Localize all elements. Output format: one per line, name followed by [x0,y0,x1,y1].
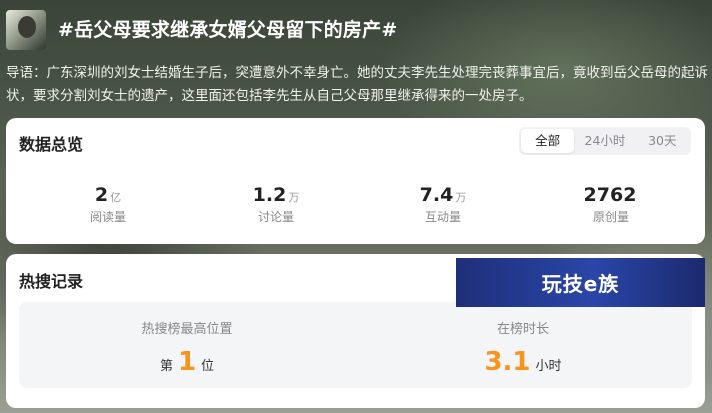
stat-interactions: 7.4 万 互动量 [373,184,513,225]
topic-title[interactable]: #岳父母要求继承女婿父母留下的房产# [58,15,397,42]
tab-24h[interactable]: 24小时 [578,129,631,153]
peak-position-label: 热搜榜最高位置 [141,322,233,337]
stat-interactions-value: 7.4 [419,184,454,206]
stat-discussions-unit: 万 [288,191,300,204]
peak-position-suffix: 位 [201,359,215,374]
stat-interactions-unit: 万 [455,191,467,204]
time-on-list: 在榜时长 3.1 小时 [355,318,691,377]
stat-interactions-label: 互动量 [424,210,461,224]
time-on-list-value: 3.1 [484,347,531,377]
topic-avatar[interactable] [6,10,46,50]
overview-title: 数据总览 [19,135,84,154]
peak-position-value: 1 [177,347,197,377]
hot-record-panel: 热搜榜最高位置 第1位 在榜时长 3.1 小时 [19,302,692,388]
tab-all[interactable]: 全部 [521,129,575,153]
stat-discussions-label: 讨论量 [257,210,294,224]
stat-originals-label: 原创量 [592,210,629,224]
stat-discussions: 1.2 万 讨论量 [206,184,346,225]
tab-30d[interactable]: 30天 [636,129,689,153]
time-on-list-label: 在榜时长 [496,322,549,337]
watermark-banner: 玩技e族 [456,258,705,307]
stat-originals: 2762 原创量 [541,184,681,225]
watermark-text: 玩技e族 [541,272,620,296]
overview-card: 数据总览 全部 24小时 30天 2亿 阅读量 1.2 万 讨论量 7.4 万 互动… [6,118,705,244]
stat-reads-label: 阅读量 [89,210,126,224]
hot-record-title: 热搜记录 [19,272,84,291]
peak-position-prefix: 第 [159,359,173,374]
time-range-tabs: 全部 24小时 30天 [519,127,691,155]
stat-reads: 2亿 阅读量 [38,184,178,225]
stat-reads-value: 2 [94,184,109,206]
peak-position: 热搜榜最高位置 第1位 [19,318,355,377]
stat-reads-unit: 亿 [110,191,122,204]
stat-originals-value: 2762 [583,184,637,206]
stats-row: 2亿 阅读量 1.2 万 讨论量 7.4 万 互动量 2762 原创量 [6,184,705,232]
topic-intro: 导语：广东深圳的刘女士结婚生子后，突遭意外不幸身亡。她的丈夫李先生处理完丧葬事宜… [6,65,708,104]
topic-header: #岳父母要求继承女婿父母留下的房产# 导语：广东深圳的刘女士结婚生子后，突遭意外… [0,0,712,117]
time-on-list-unit: 小时 [535,359,562,374]
stat-discussions-value: 1.2 [252,184,287,206]
